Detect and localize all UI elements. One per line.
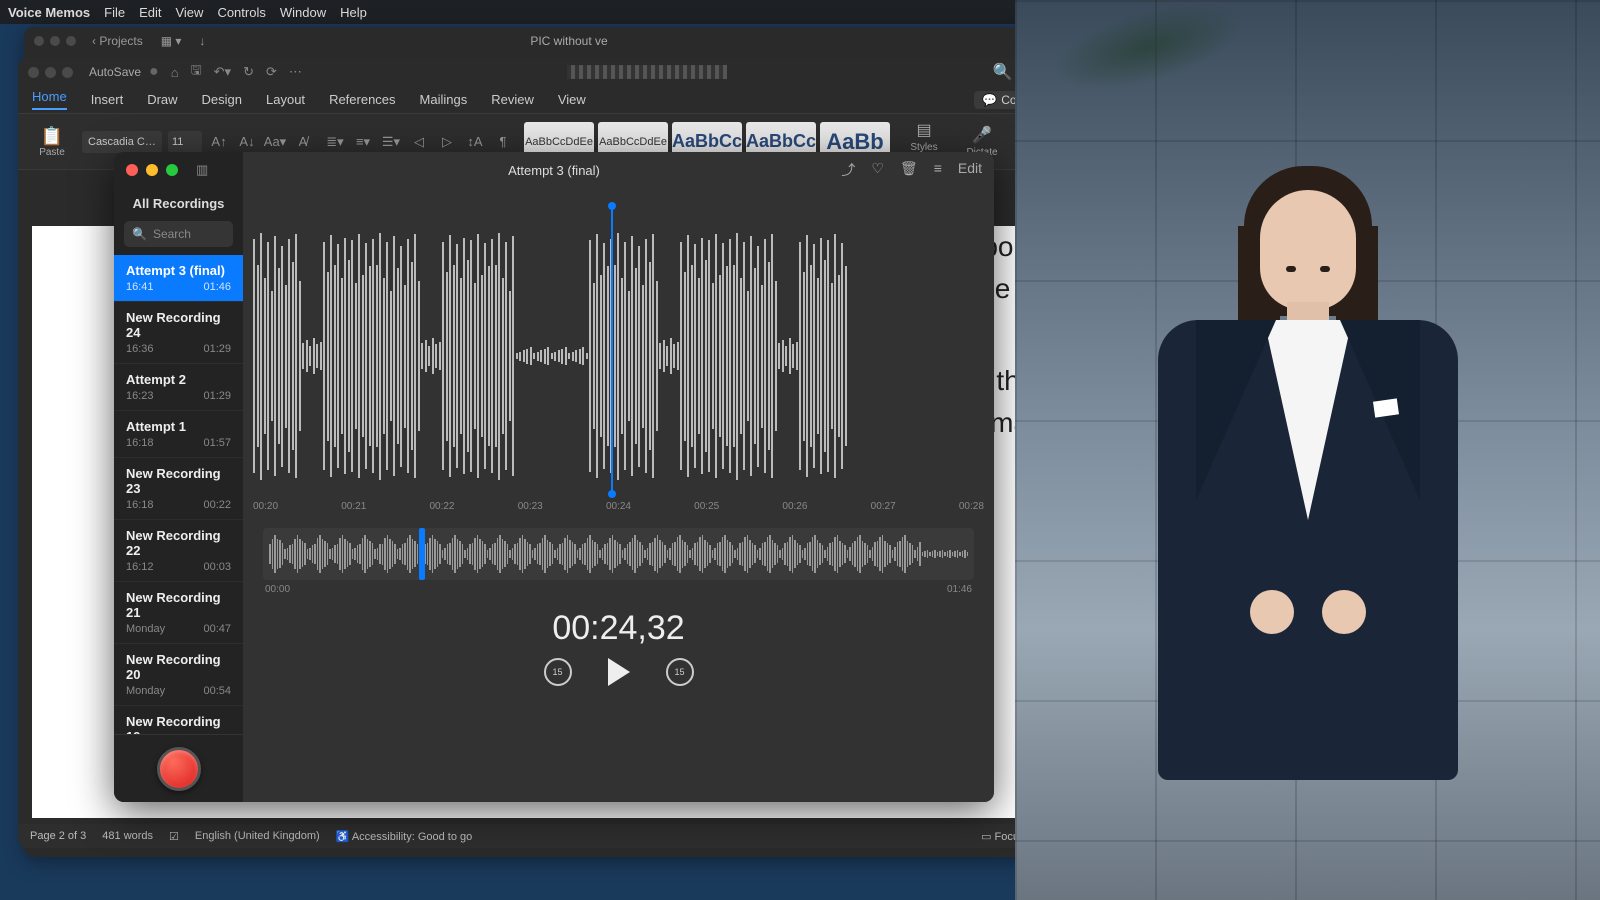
close-button[interactable] (126, 164, 138, 176)
overview-labels: 00:0001:46 (243, 584, 994, 595)
project-title: PIC without ve (530, 34, 607, 48)
font-select[interactable]: Cascadia C… (82, 131, 162, 153)
recording-title: Attempt 3 (final) (508, 163, 600, 178)
numbering-icon[interactable]: ≡▾ (352, 131, 374, 153)
app-name: Voice Memos (8, 5, 90, 20)
search-icon: 🔍 (132, 227, 147, 241)
language-indicator[interactable]: English (United Kingdom) (195, 830, 320, 842)
list-item[interactable]: Attempt 116:1801:57 (114, 411, 243, 458)
list-item[interactable]: New Recording 20Monday00:54 (114, 644, 243, 706)
list-item[interactable]: New Recording 21Monday00:47 (114, 582, 243, 644)
menu-file[interactable]: File (104, 5, 125, 20)
redo-icon[interactable]: ↻ (243, 64, 254, 80)
playback-pane: 00:2000:2100:2200:2300:2400:2500:2600:27… (243, 152, 994, 802)
current-time: 00:24,32 (243, 609, 994, 648)
favorite-icon[interactable]: ♡ (871, 160, 884, 180)
indent-icon[interactable]: ▷ (436, 131, 458, 153)
menu-view[interactable]: View (175, 5, 203, 20)
undo-icon[interactable]: ↶▾ (214, 64, 231, 80)
paste-button[interactable]: 📋Paste (32, 120, 72, 164)
home-icon[interactable]: ⌂ (171, 65, 179, 80)
list-item[interactable]: New Recording 19Monday00:49 (114, 706, 243, 734)
list-item[interactable]: New Recording 2416:3601:29 (114, 302, 243, 364)
tab-insert[interactable]: Insert (91, 92, 124, 107)
time-ticks: 00:2000:2100:2200:2300:2400:2500:2600:27… (253, 501, 984, 512)
sync-icon[interactable]: ⟳ (266, 64, 277, 80)
waveform[interactable]: 00:2000:2100:2200:2300:2400:2500:2600:27… (243, 196, 994, 516)
menu-edit[interactable]: Edit (139, 5, 161, 20)
menu-window[interactable]: Window (280, 5, 326, 20)
edit-button[interactable]: Edit (958, 160, 982, 180)
spell-icon[interactable]: ☑ (169, 830, 179, 843)
person-figure (1138, 160, 1478, 860)
clear-format-icon[interactable]: A̸ (292, 131, 314, 153)
more-icon[interactable]: ⋯ (289, 64, 302, 80)
download-icon[interactable]: ↓ (199, 34, 205, 48)
word-titlebar: AutoSave ● ⌂ 🖫 ↶▾ ↻ ⟳ ⋯ 🔍 Search (Cmd + … (18, 58, 1158, 86)
back-button[interactable]: ‹ Projects (92, 34, 143, 48)
grid-icon[interactable]: ▦ ▾ (161, 34, 182, 48)
playhead[interactable] (611, 206, 613, 494)
list-item[interactable]: New Recording 2316:1800:22 (114, 458, 243, 520)
menu-controls[interactable]: Controls (217, 5, 265, 20)
a11y-indicator[interactable]: ♿ Accessibility: Good to go (336, 830, 473, 843)
tab-mailings[interactable]: Mailings (420, 92, 468, 107)
doc-title-redacted (567, 65, 727, 79)
menu-help[interactable]: Help (340, 5, 367, 20)
list-item[interactable]: New Recording 2216:1200:03 (114, 520, 243, 582)
video-panel (1015, 0, 1600, 900)
word-count[interactable]: 481 words (102, 830, 153, 842)
tab-home[interactable]: Home (32, 89, 67, 110)
comment-icon: 💬 (982, 93, 997, 107)
outdent-icon[interactable]: ◁ (408, 131, 430, 153)
record-button[interactable] (157, 747, 201, 791)
autosave-dot-icon: ● (149, 63, 159, 81)
bullets-icon[interactable]: ≣▾ (324, 131, 346, 153)
tab-draw[interactable]: Draw (147, 92, 177, 107)
search-icon[interactable]: 🔍 (993, 62, 1013, 82)
record-area (114, 734, 243, 802)
tab-view[interactable]: View (558, 92, 586, 107)
recordings-list[interactable]: Attempt 3 (final)16:4101:46New Recording… (114, 255, 243, 734)
search-input[interactable]: 🔍Search (124, 221, 233, 247)
maximize-button[interactable] (166, 164, 178, 176)
tab-layout[interactable]: Layout (266, 92, 305, 107)
tab-references[interactable]: References (329, 92, 395, 107)
sort-icon[interactable]: ↕A (464, 131, 486, 153)
playback-controls: 15 15 (243, 658, 994, 706)
overview-playhead[interactable] (419, 528, 425, 580)
decrease-font-icon[interactable]: A↓ (236, 131, 258, 153)
multilevel-icon[interactable]: ☰▾ (380, 131, 402, 153)
tab-review[interactable]: Review (491, 92, 534, 107)
tab-design[interactable]: Design (202, 92, 242, 107)
list-item[interactable]: Attempt 3 (final)16:4101:46 (114, 255, 243, 302)
delete-icon[interactable]: 🗑 (900, 160, 918, 180)
increase-font-icon[interactable]: A↑ (208, 131, 230, 153)
list-icon[interactable]: ≡ (934, 160, 942, 180)
minimize-button[interactable] (146, 164, 158, 176)
vm-titlebar: ▥ Attempt 3 (final) ⤴ ♡ 🗑 ≡ Edit (114, 152, 994, 188)
save-icon[interactable]: 🖫 (191, 61, 202, 83)
overview-track[interactable] (263, 528, 974, 580)
share-icon[interactable]: ⤴ (841, 160, 855, 180)
font-size-select[interactable]: 11 (168, 131, 202, 153)
ribbon-tabs: Home Insert Draw Design Layout Reference… (18, 86, 1158, 114)
clipboard-icon: 📋 (41, 126, 63, 147)
status-bar: Page 2 of 3 481 words ☑ English (United … (18, 824, 1158, 848)
mic-icon: 🎤 (972, 125, 992, 145)
pane-icon: ▤ (916, 120, 931, 140)
skip-back-button[interactable]: 15 (544, 658, 572, 686)
play-button[interactable] (608, 658, 630, 686)
page-indicator[interactable]: Page 2 of 3 (30, 830, 86, 842)
recordings-sidebar: All Recordings 🔍Search Attempt 3 (final)… (114, 152, 243, 802)
voice-memos-window: ▥ Attempt 3 (final) ⤴ ♡ 🗑 ≡ Edit All Rec… (114, 152, 994, 802)
autosave-toggle[interactable]: AutoSave (89, 65, 141, 79)
paragraph-icon[interactable]: ¶ (492, 131, 514, 153)
sidebar-toggle-icon[interactable]: ▥ (196, 162, 208, 178)
skip-forward-button[interactable]: 15 (666, 658, 694, 686)
list-item[interactable]: Attempt 216:2301:29 (114, 364, 243, 411)
case-icon[interactable]: Aa▾ (264, 131, 286, 153)
sidebar-header: All Recordings (114, 188, 243, 221)
